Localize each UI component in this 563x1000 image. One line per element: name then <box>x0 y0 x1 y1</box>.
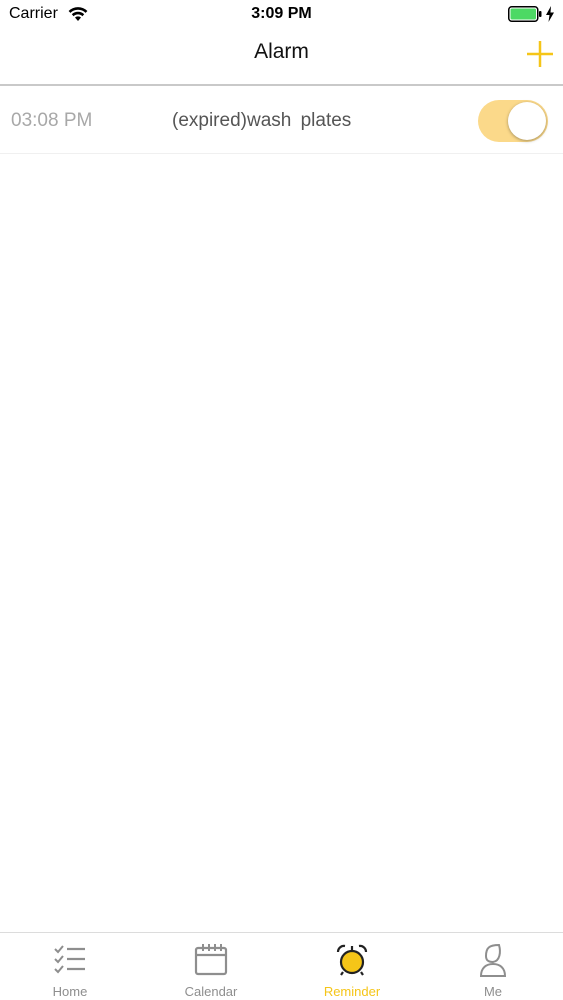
tab-label: Calendar <box>184 984 238 999</box>
tab-calendar[interactable]: Calendar <box>141 933 281 1000</box>
tab-label: Home <box>52 984 88 999</box>
add-alarm-button[interactable] <box>520 34 560 74</box>
page-title: Alarm <box>254 40 309 63</box>
status-time: 3:09 PM <box>251 5 312 22</box>
toggle-knob[interactable] <box>508 102 546 140</box>
tab-home[interactable]: Home <box>0 933 140 1000</box>
checklist-icon <box>54 945 85 974</box>
tab-bar: Home Calendar Reminder Me <box>0 932 563 1000</box>
navigation-bar: Alarm <box>0 30 563 86</box>
alarm-toggle[interactable] <box>478 100 548 142</box>
status-bar: Carrier 3:09 PM <box>0 0 563 30</box>
plus-icon <box>527 41 553 67</box>
alarm-list-item[interactable]: 03:08 PM (expired)wash plates <box>0 88 563 154</box>
alarm-clock-icon <box>336 944 368 976</box>
charging-bolt-icon <box>546 6 554 22</box>
alarm-label: (expired)wash plates <box>172 110 352 131</box>
tab-reminder[interactable]: Reminder <box>282 933 422 1000</box>
tab-label: Reminder <box>323 984 381 999</box>
calendar-icon <box>194 944 228 976</box>
person-icon <box>479 943 507 977</box>
battery-charging-icon <box>508 6 542 22</box>
tab-label: Me <box>483 984 503 999</box>
tab-me[interactable]: Me <box>423 933 563 1000</box>
alarm-time: 03:08 PM <box>11 110 93 131</box>
